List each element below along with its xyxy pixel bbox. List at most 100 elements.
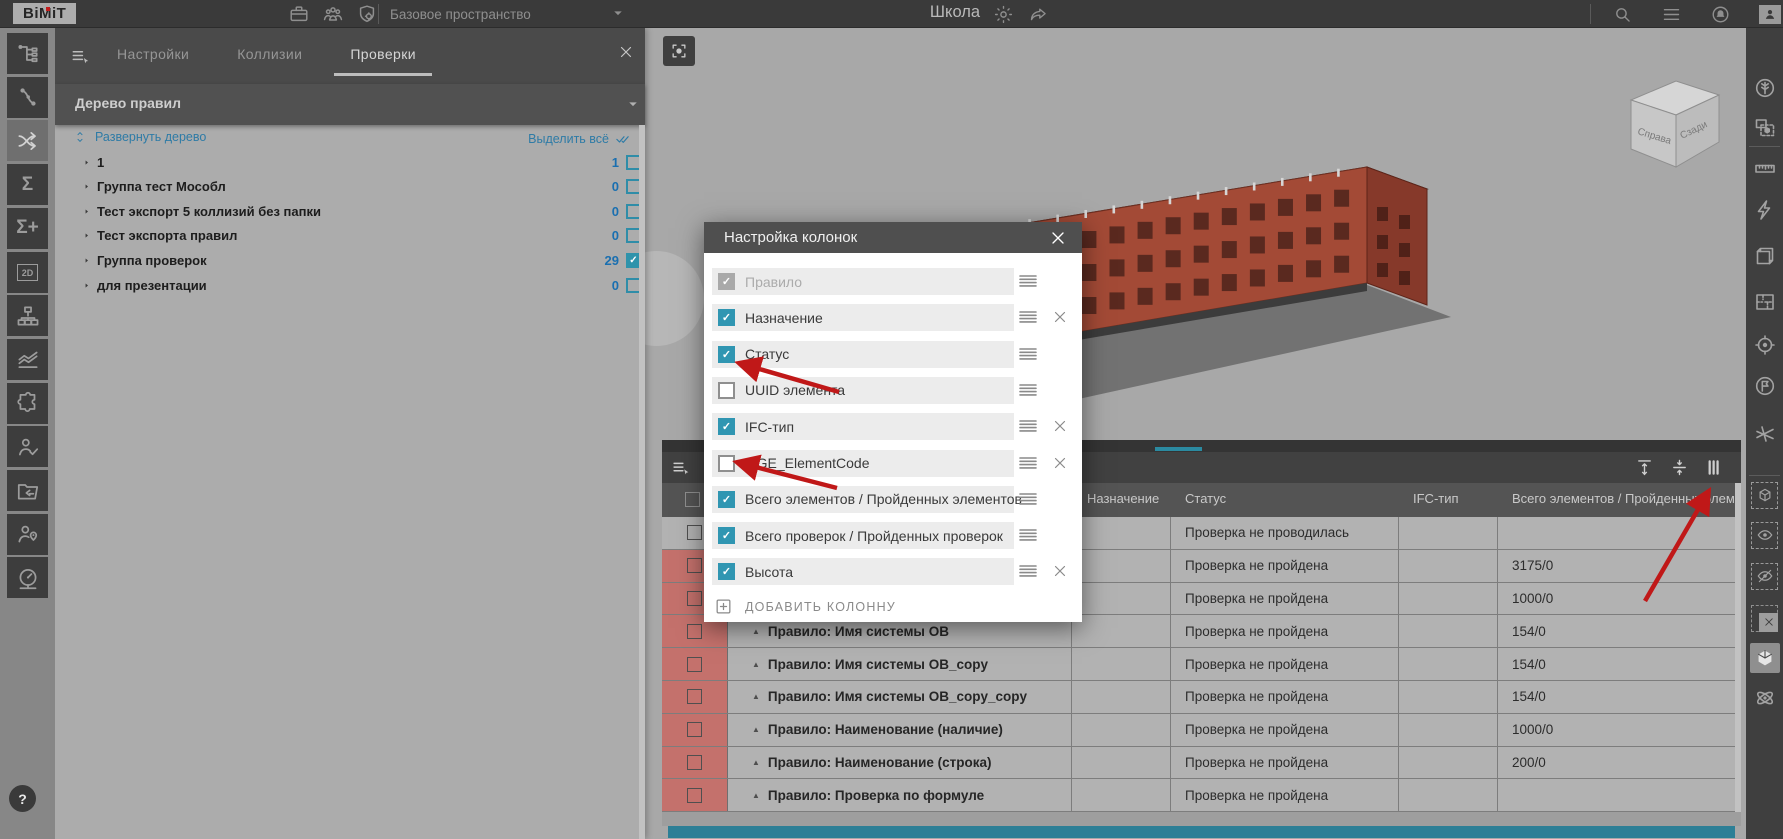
shield-icon[interactable]: [356, 3, 378, 25]
collapse-triangle-icon[interactable]: ▲: [752, 758, 760, 767]
drag-handle-icon[interactable]: [1016, 451, 1040, 475]
row-checkbox[interactable]: [687, 656, 702, 672]
table-row[interactable]: ▲ Правило: Имя системы ОВ_copy Проверка не…: [662, 648, 1741, 681]
tree-item[interactable]: Группа проверок 29 ✓: [55, 248, 641, 272]
tab-проверки[interactable]: Проверки: [334, 40, 432, 76]
briefcase-icon[interactable]: [288, 3, 310, 25]
drag-handle-icon[interactable]: [1016, 305, 1040, 329]
toolbar-item-solid-view[interactable]: [1746, 640, 1783, 676]
toolbar-item-user-location[interactable]: [7, 513, 48, 555]
drag-handle-icon[interactable]: [1016, 269, 1040, 293]
toolbar-item-structure[interactable]: [7, 295, 48, 337]
close-icon[interactable]: [617, 43, 635, 61]
search-icon[interactable]: [1612, 4, 1633, 25]
toolbar-item-clash-detection[interactable]: [7, 120, 48, 162]
close-icon[interactable]: [1048, 228, 1068, 248]
toolbar-item-summary[interactable]: Σ: [7, 164, 48, 206]
select-all-checkbox[interactable]: [685, 492, 700, 507]
table-row[interactable]: ▲ Правило: Наименование (строка) Проверка …: [662, 746, 1741, 780]
tree-item[interactable]: Тест экспорта правил 0: [55, 224, 641, 248]
column-checkbox[interactable]: ✓: [718, 345, 735, 363]
column-header[interactable]: Назначение: [1087, 491, 1159, 506]
horizontal-scrollbar[interactable]: [668, 826, 1735, 838]
drag-handle-icon[interactable]: [1016, 342, 1040, 366]
remove-column-icon[interactable]: [1051, 308, 1069, 326]
toolbar-item-summary-add[interactable]: Σ+: [7, 207, 48, 249]
toolbar-item-select-similar[interactable]: [1746, 110, 1783, 146]
help-button[interactable]: ?: [9, 785, 36, 812]
column-checkbox[interactable]: ✓: [718, 563, 735, 581]
caret-right-icon[interactable]: [82, 207, 91, 216]
account-icon[interactable]: [1759, 4, 1781, 24]
workspace-selector[interactable]: Базовое пространство: [390, 0, 531, 28]
expand-tree-button[interactable]: Развернуть дерево: [73, 130, 206, 144]
row-checkbox[interactable]: [687, 754, 702, 770]
tab-настройки[interactable]: Настройки: [117, 40, 189, 68]
drag-handle-icon[interactable]: [1016, 559, 1040, 583]
toolbar-item-user-check[interactable]: [7, 426, 48, 468]
toolbar-item-isolate-box[interactable]: [1746, 477, 1783, 513]
remove-column-icon[interactable]: [1051, 562, 1069, 580]
toolbar-item-locate[interactable]: [1746, 327, 1783, 363]
table-row[interactable]: ▲ Правило: Наименование (наличие) Проверка…: [662, 713, 1741, 747]
caret-right-icon[interactable]: [82, 158, 91, 167]
toolbar-item-flag[interactable]: [1746, 368, 1783, 404]
scrollbar[interactable]: [639, 125, 645, 839]
toolbar-item-dependencies[interactable]: [7, 76, 48, 118]
gear-icon[interactable]: [993, 4, 1014, 25]
toolbar-item-plugins[interactable]: [7, 382, 48, 424]
column-checkbox[interactable]: [718, 381, 735, 399]
toolbar-item-floorplan[interactable]: [1746, 284, 1783, 320]
team-icon[interactable]: [322, 3, 344, 25]
tree-item[interactable]: Тест экспорт 5 коллизий без папки 0: [55, 199, 641, 223]
caret-right-icon[interactable]: [82, 256, 91, 265]
toolbar-item-orbit[interactable]: [1746, 680, 1783, 716]
toolbar-item-axes[interactable]: [1746, 416, 1783, 452]
chevron-down-icon[interactable]: [608, 3, 628, 23]
panel-menu-icon[interactable]: [69, 45, 92, 68]
table-row[interactable]: ▲ Правило: Проверка по формуле Проверка не…: [662, 779, 1741, 813]
toolbar-item-sheet-2d[interactable]: 2D: [7, 251, 48, 293]
columns-icon[interactable]: [1704, 457, 1725, 478]
drag-handle-icon[interactable]: [1016, 523, 1040, 547]
toolbar-item-measure[interactable]: [1746, 150, 1783, 186]
toolbar-item-section[interactable]: [1746, 192, 1783, 228]
column-header[interactable]: Статус: [1185, 491, 1226, 506]
column-checkbox[interactable]: ✓: [718, 527, 735, 545]
select-all-button[interactable]: Выделить всё: [528, 130, 633, 148]
column-checkbox[interactable]: ✓: [718, 309, 735, 327]
column-checkbox[interactable]: ✓: [718, 490, 735, 508]
column-header[interactable]: Всего элементов / Пройденных элементов: [1512, 491, 1741, 506]
collapse-triangle-icon[interactable]: ▲: [752, 627, 760, 636]
row-checkbox[interactable]: [687, 722, 702, 738]
scrollbar-track[interactable]: [1735, 483, 1741, 812]
tab-коллизии[interactable]: Коллизии: [237, 40, 302, 68]
row-expand-icon[interactable]: [1634, 457, 1655, 478]
column-checkbox[interactable]: ✓: [718, 418, 735, 436]
toolbar-item-charts[interactable]: [7, 338, 48, 380]
menu-list-icon[interactable]: [1661, 4, 1682, 25]
row-checkbox[interactable]: [687, 590, 702, 606]
toolbar-item-show-elements[interactable]: [1746, 517, 1783, 553]
toolbar-item-box-section[interactable]: [1746, 238, 1783, 274]
tree-item[interactable]: Группа тест Мособл 0: [55, 175, 641, 199]
drag-handle-icon[interactable]: [1016, 487, 1040, 511]
drag-handle-icon[interactable]: [1016, 378, 1040, 402]
toolbar-item-dashboard[interactable]: [7, 557, 48, 599]
toolbar-item-hide-elements[interactable]: [1746, 558, 1783, 594]
row-collapse-icon[interactable]: [1669, 457, 1690, 478]
row-checkbox[interactable]: [687, 623, 702, 639]
caret-right-icon[interactable]: [82, 231, 91, 240]
fit-view-button[interactable]: [663, 36, 695, 66]
remove-column-icon[interactable]: [1051, 417, 1069, 435]
drag-handle-icon[interactable]: [1016, 414, 1040, 438]
share-icon[interactable]: [1028, 4, 1049, 25]
toolbar-item-model-tree[interactable]: [7, 33, 48, 74]
toolbar-item-folder-share[interactable]: [7, 470, 48, 511]
tree-item[interactable]: для презентации 0: [55, 273, 641, 297]
collapse-triangle-icon[interactable]: ▲: [752, 791, 760, 800]
toolbar-item-clear-selection[interactable]: [1746, 600, 1783, 636]
app-logo[interactable]: BiMiT: [13, 3, 77, 24]
tree-item[interactable]: 11: [55, 150, 641, 174]
row-checkbox[interactable]: [687, 558, 702, 574]
